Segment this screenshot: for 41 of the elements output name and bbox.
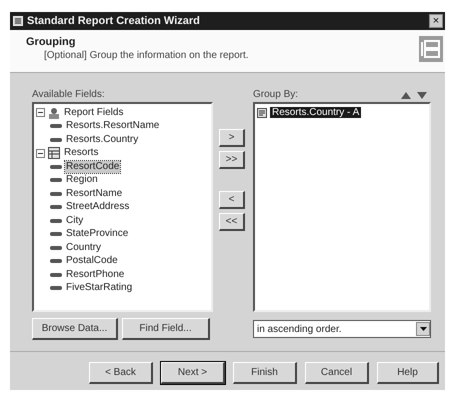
tree-item[interactable]: FiveStarRating — [65, 282, 134, 294]
find-field-button[interactable]: Find Field... — [122, 318, 210, 340]
move-button[interactable]: << — [219, 213, 245, 231]
collapse-icon[interactable] — [36, 108, 45, 118]
table-icon — [48, 147, 60, 160]
tree-item[interactable]: Resorts — [63, 147, 100, 160]
step-description: [Optional] Group the information on the report. — [43, 50, 250, 61]
tree-item[interactable]: Report Fields — [63, 106, 124, 119]
step-title: Grouping — [26, 36, 76, 48]
wizard-button[interactable]: Help — [377, 362, 439, 384]
move-button[interactable]: >> — [219, 151, 245, 169]
tree-item[interactable]: PostalCode — [65, 255, 119, 268]
tree-item[interactable]: ResortName — [65, 188, 124, 200]
tree-item[interactable]: Resorts.Country — [65, 134, 140, 146]
window-icon — [13, 16, 23, 26]
move-button[interactable]: < — [219, 191, 245, 209]
available-fields-label: Available Fields: — [32, 89, 106, 100]
people-icon — [48, 106, 60, 119]
tree-item[interactable]: City — [65, 214, 84, 227]
move-button[interactable]: > — [219, 129, 245, 147]
group-item[interactable]: Resorts.Country - A — [270, 107, 362, 118]
sort-order-dropdown[interactable]: in ascending order. — [253, 320, 431, 338]
tree-item[interactable]: ResortCode — [65, 160, 120, 173]
wizard-button[interactable]: < Back — [89, 362, 153, 384]
wizard-button[interactable]: Finish — [233, 362, 297, 384]
tree-item[interactable]: StreetAddress — [65, 201, 130, 214]
tree-item[interactable]: Resorts.ResortName — [65, 120, 160, 132]
close-button[interactable]: × — [429, 14, 443, 28]
sort-icon — [257, 108, 267, 118]
tree-item[interactable]: ResortPhone — [65, 268, 126, 281]
wizard-button[interactable]: Cancel — [305, 362, 369, 384]
group-by-label: Group By: — [253, 89, 298, 100]
browse-data-button[interactable]: Browse Data... — [32, 318, 118, 340]
tree-item[interactable]: Country — [65, 242, 102, 254]
move-up-icon[interactable] — [401, 92, 411, 99]
wizard-button[interactable]: Next > — [161, 362, 225, 384]
tree-item[interactable]: StateProvince — [65, 228, 130, 240]
move-down-icon[interactable] — [417, 92, 427, 99]
collapse-icon[interactable] — [36, 148, 45, 158]
window-title: Standard Report Creation Wizard — [27, 15, 201, 27]
tree-item[interactable]: Region — [65, 174, 99, 186]
